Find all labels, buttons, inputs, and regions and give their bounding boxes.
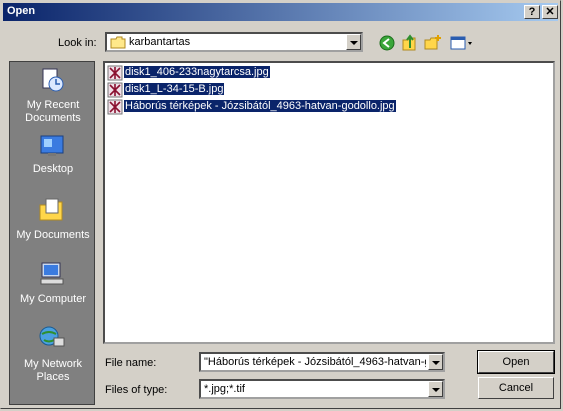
network-places-icon — [39, 326, 65, 347]
cancel-button[interactable]: Cancel — [478, 377, 554, 399]
place-my-computer[interactable]: My Computer — [10, 260, 96, 310]
open-dialog: Open ? ✕ Look in: karbantartas My Recent… — [0, 0, 561, 409]
file-name-label: File name: — [105, 357, 157, 369]
image-file-icon — [107, 65, 123, 81]
my-computer-icon — [40, 262, 64, 285]
file-list[interactable]: disk1_406-233nagytarcsa.jpg disk1_L-34-1… — [103, 61, 555, 344]
places-bar: My Recent Documents Desktop My Documents — [9, 61, 95, 405]
file-type-label: Files of type: — [105, 384, 168, 396]
place-network-places[interactable]: My Network Places — [10, 324, 96, 384]
file-name: disk1_406-233nagytarcsa.jpg — [124, 66, 270, 78]
chevron-down-icon[interactable] — [428, 381, 443, 397]
views-menu-icon[interactable] — [449, 33, 473, 53]
up-folder-icon[interactable] — [400, 33, 420, 53]
desktop-icon — [40, 135, 64, 156]
place-my-documents[interactable]: My Documents — [10, 196, 96, 246]
look-in-value: karbantartas — [129, 36, 191, 48]
image-file-icon — [107, 82, 123, 98]
place-label: My Network Places — [23, 358, 83, 383]
chevron-down-icon[interactable] — [346, 34, 361, 50]
title-bar[interactable]: Open ? ✕ — [3, 3, 558, 21]
image-file-icon — [107, 99, 123, 115]
back-icon[interactable] — [377, 33, 397, 53]
place-label: My Recent Documents — [25, 99, 81, 124]
place-recent-documents[interactable]: My Recent Documents — [10, 66, 96, 128]
window-title: Open — [7, 5, 36, 17]
my-documents-icon — [39, 198, 63, 221]
file-type-value: *.jpg;*.tif — [204, 383, 245, 395]
file-name-value: "Háborús térképek - Józsibától_4963-hatv… — [204, 356, 426, 368]
recent-documents-icon — [42, 68, 64, 92]
file-name: disk1_L-34-15-B.jpg — [124, 83, 225, 95]
new-folder-icon[interactable] — [423, 33, 443, 53]
place-label: My Computer — [19, 293, 87, 305]
place-label: Desktop — [32, 163, 74, 175]
place-desktop[interactable]: Desktop — [10, 132, 96, 182]
folder-icon — [110, 36, 126, 49]
open-button[interactable]: Open — [477, 350, 555, 374]
file-name-field[interactable]: "Háborús térképek - Józsibától_4963-hatv… — [199, 352, 445, 372]
close-button[interactable]: ✕ — [542, 5, 558, 19]
file-type-dropdown[interactable]: *.jpg;*.tif — [199, 379, 445, 399]
chevron-down-icon[interactable] — [428, 354, 443, 370]
help-button[interactable]: ? — [524, 5, 540, 19]
file-name: Háborús térképek - Józsibától_4963-hatva… — [124, 100, 396, 112]
look-in-label: Look in: — [58, 37, 97, 49]
place-label: My Documents — [16, 229, 90, 241]
look-in-dropdown[interactable]: karbantartas — [105, 32, 363, 52]
